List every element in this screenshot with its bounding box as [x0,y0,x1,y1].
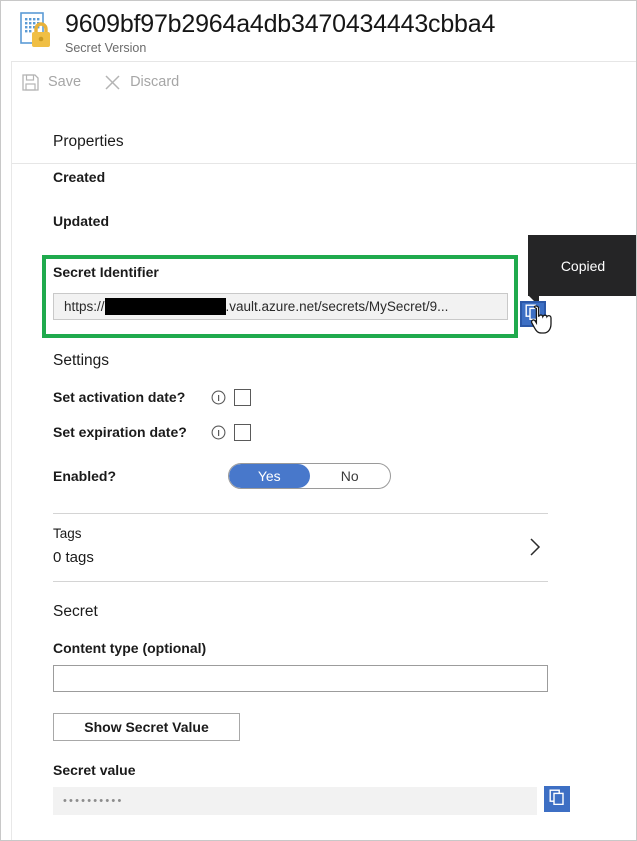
secret-value-label: Secret value [53,762,136,778]
properties-section: Properties Created Updated [53,102,636,230]
created-label: Created [53,169,106,185]
secret-identifier-prefix: https:// [64,299,105,314]
page-subtitle: Secret Version [65,41,147,55]
set-activation-date-row: Set activation date? [53,388,513,406]
copy-secret-value-button[interactable] [544,786,570,812]
key-vault-secret-icon [19,11,55,51]
discard-button[interactable]: Discard [103,73,179,92]
page-title: 9609bf97b2964a4db3470434443cbba4 [65,10,496,38]
chevron-right-icon[interactable] [528,536,542,558]
content-type-input[interactable] [53,665,548,692]
close-x-icon [103,73,122,92]
discard-label: Discard [130,74,180,90]
show-secret-value-button[interactable]: Show Secret Value [53,713,240,741]
secret-section: Secret Content type (optional) Show Secr… [53,602,548,741]
updated-label: Updated [53,213,109,229]
tags-title: Tags [53,526,82,541]
set-activation-date-checkbox[interactable] [234,388,251,406]
secret-heading: Secret [53,603,98,620]
secret-value-field[interactable]: •••••••••• [53,787,537,815]
set-expiration-date-row: Set expiration date? [53,423,513,441]
copy-icon [525,304,541,325]
copied-tooltip: Copied [528,235,636,296]
secret-identifier-label: Secret Identifier [53,264,159,280]
secret-identifier-section: Secret Identifier https:// .vault.azure.n… [53,263,508,320]
enabled-row: Enabled? Yes No [53,463,513,489]
tags-count: 0 tags [53,549,94,566]
settings-heading: Settings [53,352,110,369]
copy-icon [549,789,565,810]
set-expiration-date-label: Set expiration date? [53,424,187,440]
enabled-toggle[interactable]: Yes No [228,463,391,489]
enabled-toggle-no[interactable]: No [310,464,391,488]
set-expiration-date-checkbox[interactable] [234,423,251,441]
settings-section: Settings Set activation date? Set expira… [53,351,513,489]
page-header: 9609bf97b2964a4db3470434443cbba4 Secret … [1,1,636,62]
set-activation-date-label: Set activation date? [53,389,186,405]
secret-identifier-suffix: .vault.azure.net/secrets/MySecret/9... [225,299,449,314]
secret-value-section: Secret value •••••••••• [53,761,548,815]
redaction-bar [104,298,226,315]
tags-row[interactable]: Tags 0 tags [53,513,548,582]
secret-version-page: 9609bf97b2964a4db3470434443cbba4 Secret … [0,0,637,841]
enabled-label: Enabled? [53,468,117,484]
copy-secret-identifier-button[interactable] [520,301,546,327]
enabled-toggle-yes[interactable]: Yes [229,464,310,488]
save-floppy-icon [21,73,40,92]
page-body: Properties Created Updated [1,102,636,230]
content-type-label: Content type (optional) [53,640,207,656]
secret-identifier-input[interactable]: https:// .vault.azure.net/secrets/MySecre… [53,293,508,320]
properties-heading: Properties [53,133,124,150]
save-label: Save [48,74,82,90]
save-button[interactable]: Save [21,73,81,92]
info-icon[interactable] [211,425,226,440]
copied-tooltip-text: Copied [560,257,606,274]
command-bar: Save Discard [1,62,636,164]
tags-texts: Tags 0 tags [53,524,528,570]
info-icon[interactable] [211,390,226,405]
